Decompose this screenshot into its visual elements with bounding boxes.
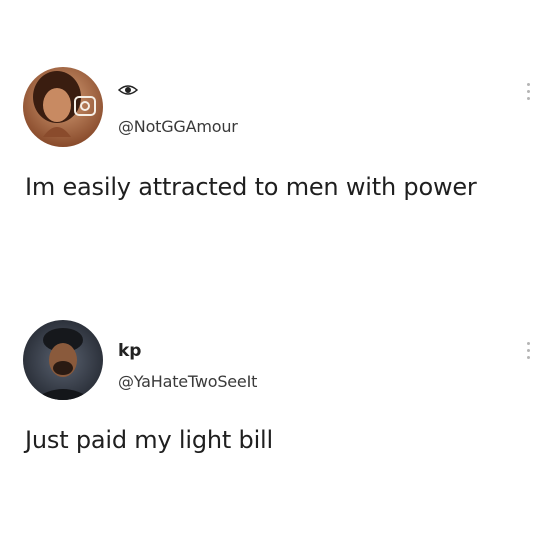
eye-icon [118, 85, 138, 95]
vertical-dots-icon[interactable] [526, 342, 532, 364]
tweet-2: kp @YaHateTwoSeeIt Just paid my light bi… [0, 277, 560, 554]
username-handle[interactable]: @YaHateTwoSeeIt [118, 372, 257, 391]
tweet-1: @NotGGAmour Im easily attracted to men w… [0, 0, 560, 277]
username-handle[interactable]: @NotGGAmour [118, 117, 238, 136]
vertical-dots-icon[interactable] [526, 83, 532, 105]
avatar-notggamour[interactable] [23, 67, 103, 147]
avatar-image [23, 67, 103, 147]
tweet-text: Im easily attracted to men with power [25, 173, 477, 201]
tweet-text: Just paid my light bill [25, 426, 273, 454]
display-name: kp [118, 341, 142, 361]
avatar-kp[interactable] [23, 320, 103, 400]
avatar-image [23, 320, 103, 400]
